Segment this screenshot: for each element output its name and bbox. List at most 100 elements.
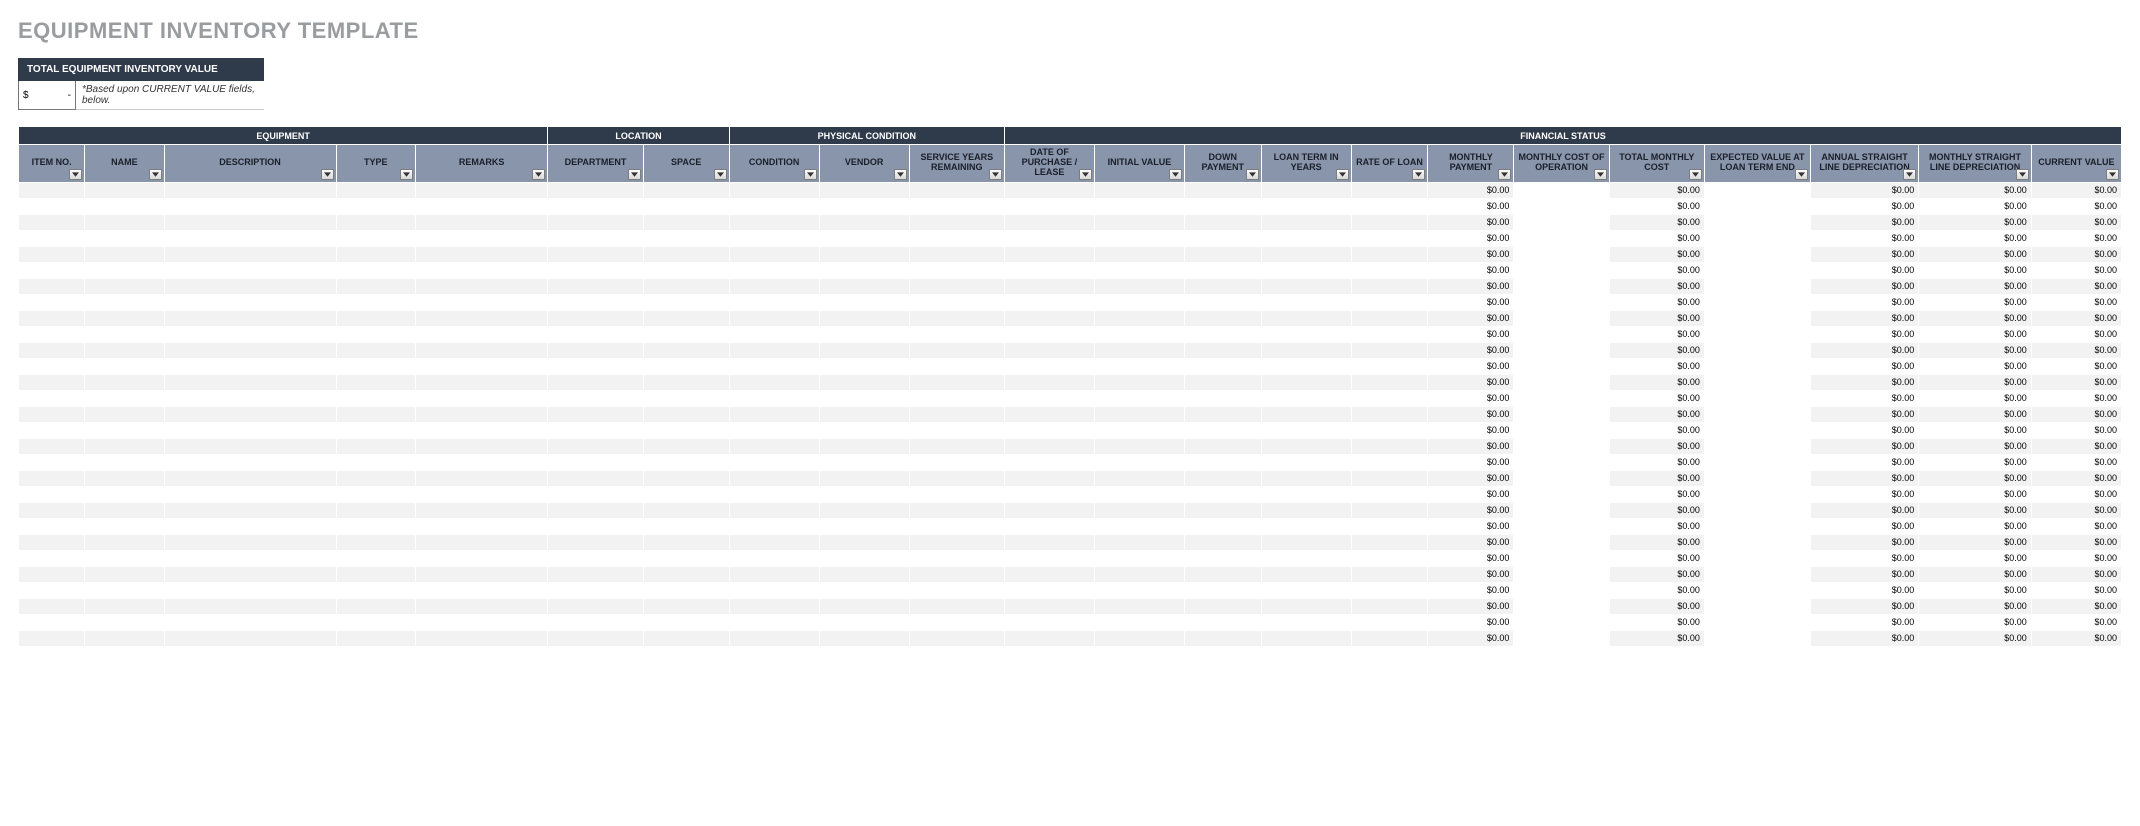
cell-monthly-payment[interactable]: $0.00 bbox=[1428, 230, 1514, 246]
cell-loan-term[interactable] bbox=[1261, 262, 1351, 278]
cell-service-years[interactable] bbox=[909, 262, 1004, 278]
cell-monthly-cost-op[interactable] bbox=[1514, 310, 1609, 326]
cell-initial-value[interactable] bbox=[1094, 454, 1184, 470]
cell-expected-value[interactable] bbox=[1704, 246, 1810, 262]
cell-down-payment[interactable] bbox=[1184, 406, 1261, 422]
cell-date-purchase[interactable] bbox=[1004, 342, 1094, 358]
cell-monthly-sl-dep[interactable]: $0.00 bbox=[1919, 630, 2031, 646]
cell-monthly-cost-op[interactable] bbox=[1514, 374, 1609, 390]
cell-expected-value[interactable] bbox=[1704, 502, 1810, 518]
cell-department[interactable] bbox=[548, 326, 643, 342]
cell-name[interactable] bbox=[85, 214, 164, 230]
cell-description[interactable] bbox=[164, 550, 336, 566]
cell-current-value[interactable]: $0.00 bbox=[2031, 454, 2121, 470]
cell-description[interactable] bbox=[164, 598, 336, 614]
cell-condition[interactable] bbox=[729, 246, 819, 262]
cell-type[interactable] bbox=[336, 422, 415, 438]
cell-service-years[interactable] bbox=[909, 566, 1004, 582]
cell-expected-value[interactable] bbox=[1704, 454, 1810, 470]
cell-remarks[interactable] bbox=[415, 534, 547, 550]
cell-space[interactable] bbox=[643, 518, 729, 534]
cell-expected-value[interactable] bbox=[1704, 230, 1810, 246]
cell-down-payment[interactable] bbox=[1184, 486, 1261, 502]
cell-date-purchase[interactable] bbox=[1004, 390, 1094, 406]
cell-remarks[interactable] bbox=[415, 326, 547, 342]
cell-current-value[interactable]: $0.00 bbox=[2031, 422, 2121, 438]
cell-description[interactable] bbox=[164, 582, 336, 598]
cell-vendor[interactable] bbox=[819, 486, 909, 502]
cell-vendor[interactable] bbox=[819, 390, 909, 406]
cell-monthly-sl-dep[interactable]: $0.00 bbox=[1919, 614, 2031, 630]
cell-space[interactable] bbox=[643, 214, 729, 230]
cell-description[interactable] bbox=[164, 310, 336, 326]
cell-down-payment[interactable] bbox=[1184, 630, 1261, 646]
cell-annual-sl-dep[interactable]: $0.00 bbox=[1810, 198, 1919, 214]
cell-monthly-payment[interactable]: $0.00 bbox=[1428, 534, 1514, 550]
cell-date-purchase[interactable] bbox=[1004, 406, 1094, 422]
cell-description[interactable] bbox=[164, 486, 336, 502]
cell-description[interactable] bbox=[164, 294, 336, 310]
cell-date-purchase[interactable] bbox=[1004, 182, 1094, 198]
cell-monthly-payment[interactable]: $0.00 bbox=[1428, 390, 1514, 406]
cell-date-purchase[interactable] bbox=[1004, 358, 1094, 374]
cell-loan-term[interactable] bbox=[1261, 518, 1351, 534]
cell-name[interactable] bbox=[85, 182, 164, 198]
cell-monthly-cost-op[interactable] bbox=[1514, 518, 1609, 534]
cell-condition[interactable] bbox=[729, 566, 819, 582]
cell-vendor[interactable] bbox=[819, 262, 909, 278]
cell-space[interactable] bbox=[643, 454, 729, 470]
cell-annual-sl-dep[interactable]: $0.00 bbox=[1810, 406, 1919, 422]
filter-dropdown-icon[interactable] bbox=[2106, 169, 2119, 180]
cell-loan-term[interactable] bbox=[1261, 294, 1351, 310]
cell-monthly-payment[interactable]: $0.00 bbox=[1428, 550, 1514, 566]
cell-rate-of-loan[interactable] bbox=[1351, 278, 1428, 294]
cell-down-payment[interactable] bbox=[1184, 438, 1261, 454]
cell-service-years[interactable] bbox=[909, 246, 1004, 262]
cell-down-payment[interactable] bbox=[1184, 566, 1261, 582]
cell-date-purchase[interactable] bbox=[1004, 310, 1094, 326]
cell-total-monthly-cost[interactable]: $0.00 bbox=[1609, 182, 1704, 198]
cell-total-monthly-cost[interactable]: $0.00 bbox=[1609, 550, 1704, 566]
cell-monthly-payment[interactable]: $0.00 bbox=[1428, 342, 1514, 358]
cell-loan-term[interactable] bbox=[1261, 326, 1351, 342]
cell-expected-value[interactable] bbox=[1704, 358, 1810, 374]
cell-rate-of-loan[interactable] bbox=[1351, 326, 1428, 342]
cell-description[interactable] bbox=[164, 614, 336, 630]
cell-item-no[interactable] bbox=[19, 518, 85, 534]
cell-item-no[interactable] bbox=[19, 550, 85, 566]
cell-current-value[interactable]: $0.00 bbox=[2031, 246, 2121, 262]
cell-item-no[interactable] bbox=[19, 342, 85, 358]
cell-date-purchase[interactable] bbox=[1004, 262, 1094, 278]
cell-down-payment[interactable] bbox=[1184, 310, 1261, 326]
cell-annual-sl-dep[interactable]: $0.00 bbox=[1810, 598, 1919, 614]
cell-type[interactable] bbox=[336, 310, 415, 326]
cell-expected-value[interactable] bbox=[1704, 342, 1810, 358]
cell-remarks[interactable] bbox=[415, 614, 547, 630]
cell-down-payment[interactable] bbox=[1184, 390, 1261, 406]
cell-date-purchase[interactable] bbox=[1004, 326, 1094, 342]
filter-dropdown-icon[interactable] bbox=[628, 169, 641, 180]
cell-annual-sl-dep[interactable]: $0.00 bbox=[1810, 630, 1919, 646]
cell-monthly-sl-dep[interactable]: $0.00 bbox=[1919, 182, 2031, 198]
cell-monthly-sl-dep[interactable]: $0.00 bbox=[1919, 582, 2031, 598]
cell-monthly-cost-op[interactable] bbox=[1514, 390, 1609, 406]
cell-remarks[interactable] bbox=[415, 438, 547, 454]
cell-condition[interactable] bbox=[729, 310, 819, 326]
cell-item-no[interactable] bbox=[19, 614, 85, 630]
cell-current-value[interactable]: $0.00 bbox=[2031, 310, 2121, 326]
cell-current-value[interactable]: $0.00 bbox=[2031, 598, 2121, 614]
cell-current-value[interactable]: $0.00 bbox=[2031, 502, 2121, 518]
cell-department[interactable] bbox=[548, 230, 643, 246]
cell-description[interactable] bbox=[164, 182, 336, 198]
cell-monthly-payment[interactable]: $0.00 bbox=[1428, 470, 1514, 486]
cell-vendor[interactable] bbox=[819, 454, 909, 470]
cell-annual-sl-dep[interactable]: $0.00 bbox=[1810, 326, 1919, 342]
cell-vendor[interactable] bbox=[819, 502, 909, 518]
cell-annual-sl-dep[interactable]: $0.00 bbox=[1810, 438, 1919, 454]
cell-monthly-sl-dep[interactable]: $0.00 bbox=[1919, 214, 2031, 230]
cell-department[interactable] bbox=[548, 502, 643, 518]
cell-current-value[interactable]: $0.00 bbox=[2031, 342, 2121, 358]
cell-total-monthly-cost[interactable]: $0.00 bbox=[1609, 630, 1704, 646]
cell-description[interactable] bbox=[164, 374, 336, 390]
cell-vendor[interactable] bbox=[819, 294, 909, 310]
